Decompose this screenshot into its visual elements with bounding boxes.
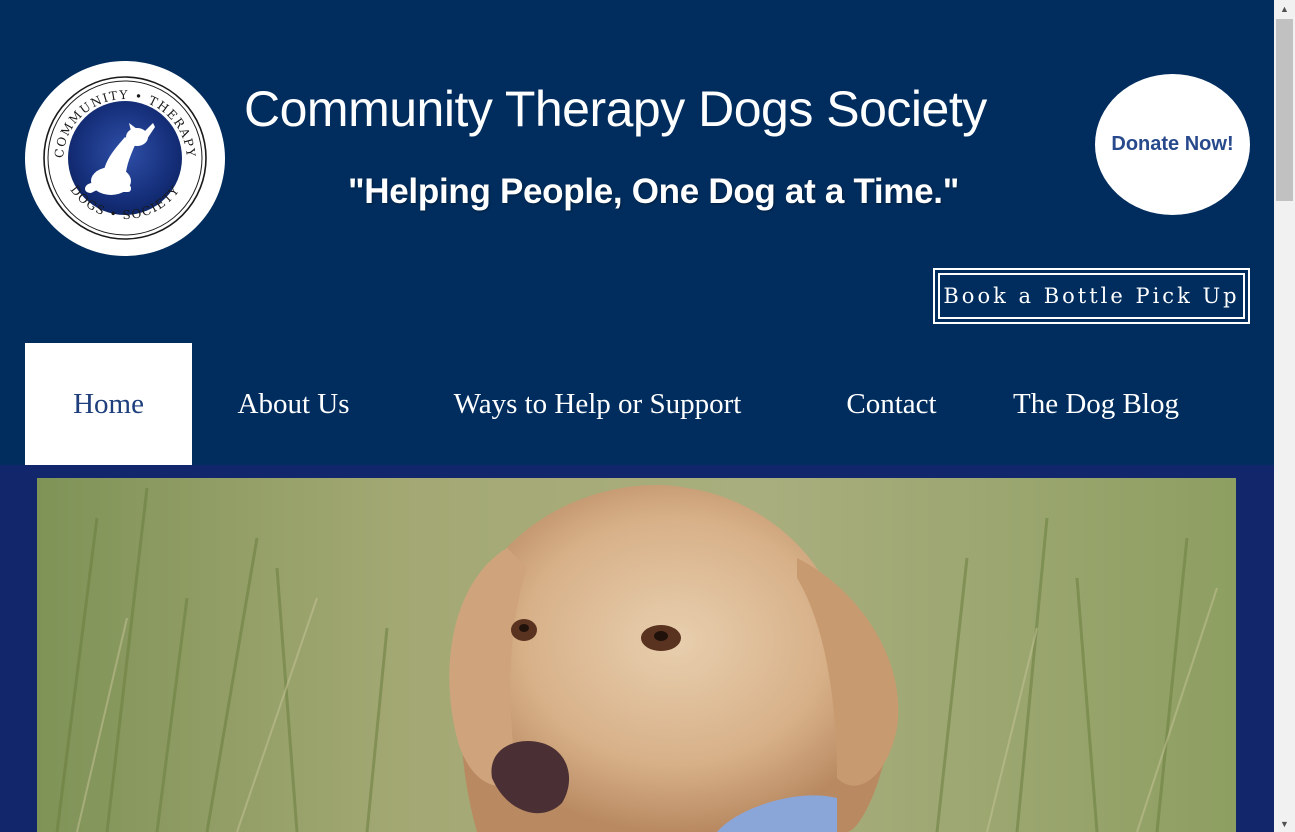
site-title: Community Therapy Dogs Society xyxy=(244,81,987,137)
book-bottle-pickup-label: Book a Bottle Pick Up xyxy=(938,273,1245,319)
nav-item-about-us[interactable]: About Us xyxy=(192,343,395,465)
donate-button[interactable]: Donate Now! xyxy=(1095,74,1250,215)
logo-badge: COMMUNITY • THERAPY DOGS • SOCIETY xyxy=(43,76,207,240)
tagline: "Helping People, One Dog at a Time." xyxy=(348,172,960,211)
arrow-up-icon[interactable]: ▲ xyxy=(1274,0,1295,17)
arrow-down-icon[interactable]: ▼ xyxy=(1274,815,1295,832)
site-logo[interactable]: COMMUNITY • THERAPY DOGS • SOCIETY xyxy=(25,61,225,256)
dog-photo-image xyxy=(37,478,1236,832)
site-header: COMMUNITY • THERAPY DOGS • SOCIETY Commu… xyxy=(0,0,1274,465)
hero-section xyxy=(0,465,1274,832)
scroll-thumb[interactable] xyxy=(1276,19,1293,201)
book-bottle-pickup-button[interactable]: Book a Bottle Pick Up xyxy=(933,268,1250,324)
nav-item-contact[interactable]: Contact xyxy=(800,343,983,465)
hero-dog-photo xyxy=(37,478,1236,832)
nav-item-ways-to-help[interactable]: Ways to Help or Support xyxy=(395,343,800,465)
page: COMMUNITY • THERAPY DOGS • SOCIETY Commu… xyxy=(0,0,1274,832)
nav-item-home[interactable]: Home xyxy=(25,343,192,465)
nav-item-dog-blog[interactable]: The Dog Blog xyxy=(983,343,1209,465)
vertical-scrollbar[interactable]: ▲ ▼ xyxy=(1274,0,1295,832)
